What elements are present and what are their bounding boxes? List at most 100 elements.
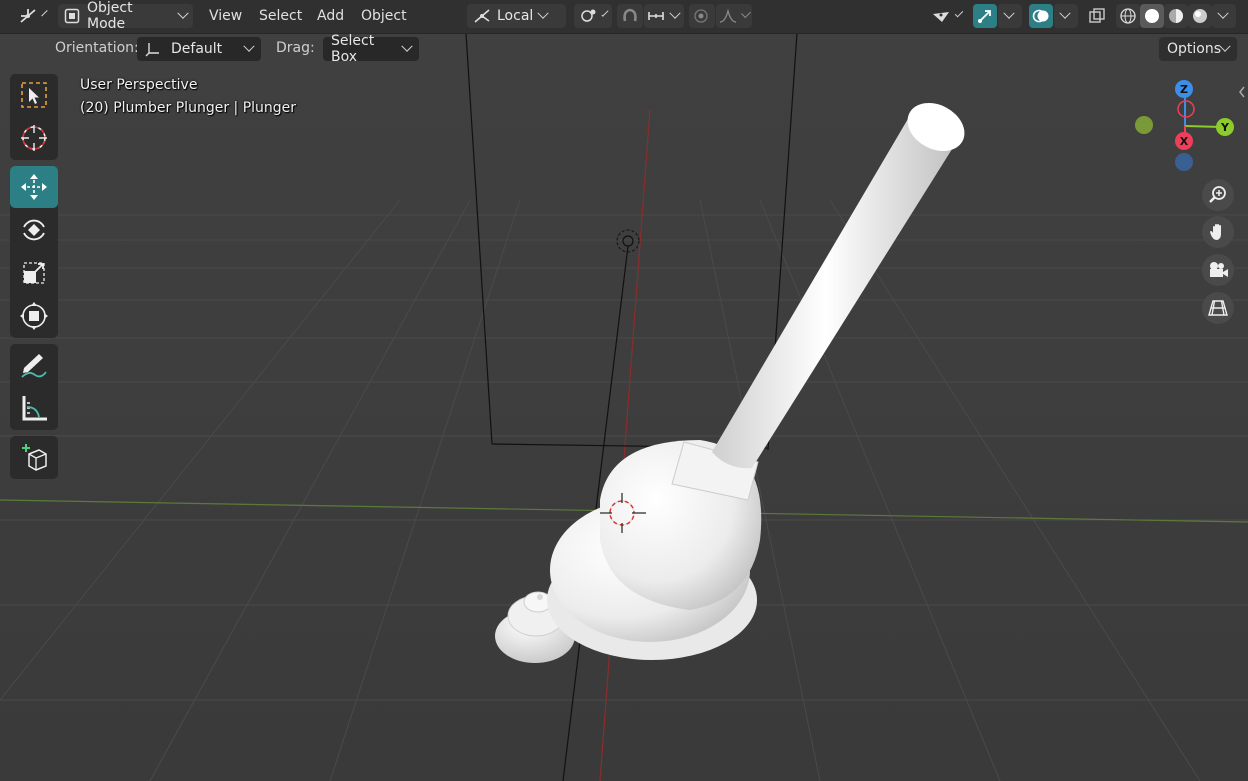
- neg-z-axis-button[interactable]: [1175, 153, 1193, 171]
- proportional-edit-icon: [693, 8, 709, 24]
- object-mode-icon: [64, 8, 80, 24]
- move-tool[interactable]: [10, 166, 58, 208]
- chevron-down-icon: [243, 40, 255, 52]
- chevron-left-icon: [1237, 85, 1247, 99]
- drag-dropdown[interactable]: Select Box: [323, 33, 419, 65]
- annotate-pencil-icon: [19, 350, 49, 380]
- add-cube-tool[interactable]: [10, 436, 58, 478]
- sidebar-toggle[interactable]: [1237, 84, 1248, 100]
- shading-solid-button[interactable]: [1140, 4, 1164, 28]
- snap-toggle[interactable]: [617, 4, 643, 28]
- zoom-icon: [1208, 185, 1228, 205]
- orientation-axes-icon: [145, 41, 161, 57]
- scale-tool[interactable]: [10, 252, 58, 294]
- options-dropdown[interactable]: Options: [1159, 37, 1237, 61]
- gizmo-toggle[interactable]: [973, 4, 997, 28]
- measure-tool[interactable]: [10, 387, 58, 429]
- menu-add[interactable]: Add: [317, 6, 344, 26]
- xray-toggle[interactable]: [1084, 4, 1110, 28]
- add-cube-icon: [19, 442, 49, 472]
- menu-view[interactable]: View: [209, 6, 242, 26]
- transform-orientation-dropdown[interactable]: Local: [467, 4, 566, 28]
- cursor-tool[interactable]: [10, 117, 58, 159]
- rendered-shading-icon: [1191, 7, 1209, 25]
- camera-icon: [1207, 260, 1229, 280]
- selectability-visibility-dropdown[interactable]: [925, 4, 967, 28]
- orientation-value: Default: [171, 41, 223, 57]
- hand-pan-icon: [1208, 222, 1228, 242]
- rotate-icon: [19, 215, 49, 245]
- xray-icon: [1088, 7, 1106, 25]
- rotate-tool[interactable]: [10, 209, 58, 251]
- object-info-text: (20) Plumber Plunger | Plunger: [80, 100, 297, 116]
- measure-ruler-icon: [19, 393, 49, 423]
- solid-shading-icon: [1143, 7, 1161, 25]
- shading-dropdown[interactable]: [1212, 4, 1236, 28]
- chevron-down-icon: [177, 7, 189, 19]
- wireframe-shading-icon: [1119, 7, 1137, 25]
- scale-icon: [20, 259, 48, 287]
- transform-icon: [19, 301, 49, 331]
- shading-rendered-button[interactable]: [1188, 4, 1212, 28]
- annotate-tool[interactable]: [10, 344, 58, 386]
- menu-select[interactable]: Select: [259, 6, 302, 26]
- toolbar-group-add: [10, 436, 58, 479]
- proportional-edit-toggle[interactable]: [689, 4, 715, 28]
- overlay-icon: [1032, 7, 1050, 25]
- chevron-down-icon: [1219, 40, 1231, 52]
- chevron-down-icon: [401, 40, 413, 52]
- camera-view-button[interactable]: [1202, 254, 1234, 286]
- ortho-toggle-button[interactable]: [1202, 292, 1234, 324]
- transform-tool[interactable]: [10, 295, 58, 337]
- toolbar-group-select: [10, 74, 58, 160]
- orientation-icon: [473, 8, 491, 24]
- mode-dropdown[interactable]: Object Mode: [58, 0, 193, 32]
- plunger-object[interactable]: [547, 93, 973, 660]
- chevron-down-icon: [669, 7, 681, 19]
- overlay-dropdown[interactable]: [1054, 4, 1078, 28]
- cursor-icon: [19, 123, 49, 153]
- select-box-tool[interactable]: [10, 74, 58, 116]
- neg-y-axis-button[interactable]: [1135, 116, 1153, 134]
- toolbar-group-transform: [10, 166, 58, 338]
- pan-button[interactable]: [1202, 216, 1234, 248]
- ortho-grid-icon: [1207, 298, 1229, 318]
- options-label: Options: [1167, 41, 1222, 57]
- snap-increment-icon: [647, 8, 665, 24]
- snap-target-dropdown[interactable]: [644, 4, 684, 28]
- magnet-snap-icon: [621, 7, 639, 25]
- x-axis-button[interactable]: X: [1175, 132, 1193, 150]
- blender-window: Object Mode View Select Add Object Local: [0, 0, 1248, 781]
- z-axis-button[interactable]: Z: [1175, 80, 1193, 98]
- gizmo-dropdown[interactable]: [998, 4, 1022, 28]
- menu-object[interactable]: Object: [361, 6, 407, 26]
- toolbar-group-annotate: [10, 344, 58, 430]
- orientation-dropdown[interactable]: Default: [137, 37, 261, 61]
- orientation-label: Orientation:: [55, 40, 139, 56]
- selectability-visibility-icon: [931, 8, 951, 24]
- orientation-label: Local: [497, 8, 534, 24]
- chevron-down-icon: [954, 8, 964, 18]
- zoom-button[interactable]: [1202, 179, 1234, 211]
- shading-wireframe-button[interactable]: [1116, 4, 1140, 28]
- overlay-toggle[interactable]: [1029, 4, 1053, 28]
- select-box-icon: [20, 81, 48, 109]
- gizmo-icon: [976, 7, 994, 25]
- move-arrows-icon: [19, 172, 49, 202]
- falloff-dropdown[interactable]: [716, 4, 752, 28]
- view-name-text: User Perspective: [80, 77, 198, 93]
- viewport-3d[interactable]: [0, 0, 1248, 781]
- drag-label: Drag:: [276, 40, 315, 56]
- drag-value: Select Box: [331, 33, 375, 65]
- chevron-down-icon: [741, 8, 751, 19]
- chevron-down-icon: [41, 9, 48, 17]
- chevron-down-icon: [1059, 7, 1071, 19]
- pivot-point-dropdown[interactable]: [574, 4, 612, 28]
- editor-type-button[interactable]: [12, 4, 50, 28]
- shading-material-button[interactable]: [1164, 4, 1188, 28]
- falloff-curve-icon: [719, 8, 737, 24]
- y-axis-button[interactable]: Y: [1216, 118, 1234, 136]
- navigation-gizmo[interactable]: Z Y X: [1130, 76, 1236, 176]
- mode-label: Object Mode: [87, 0, 133, 32]
- chevron-down-icon: [537, 7, 549, 19]
